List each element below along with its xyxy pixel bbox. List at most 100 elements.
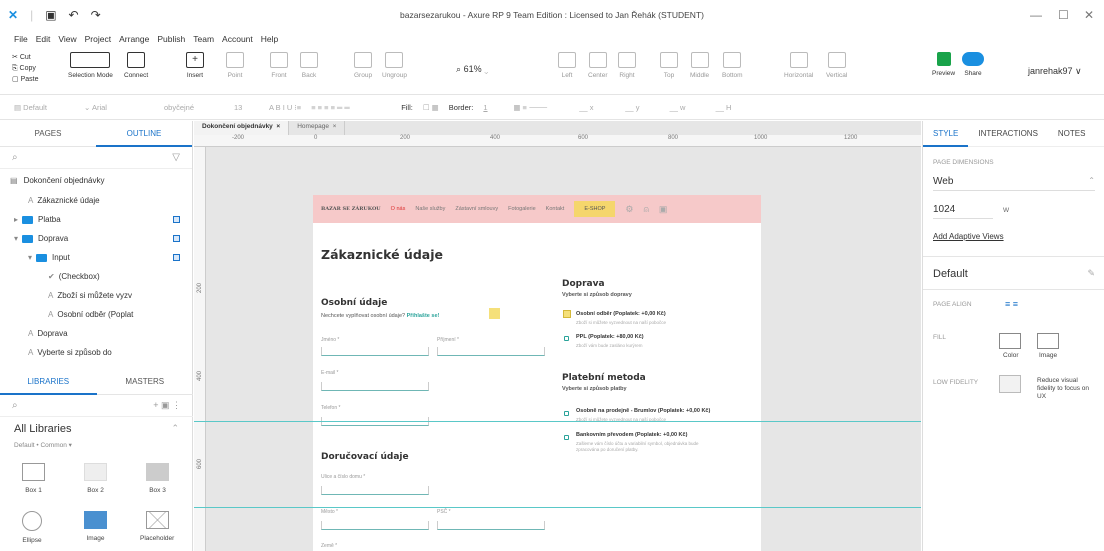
zoom-select[interactable]: ⌕ 61% ⌄: [456, 64, 488, 75]
low-fidelity-toggle[interactable]: [999, 375, 1021, 393]
paste-button[interactable]: ▢ Paste: [12, 74, 38, 85]
align-center-button[interactable]: Center: [588, 52, 608, 79]
page-dimensions-select[interactable]: Web ⌃: [933, 176, 1095, 191]
text-format-icons[interactable]: A B I U ⁝≡: [269, 103, 301, 112]
library-search[interactable]: ⌕ + ▣ ⋮: [0, 395, 193, 417]
tab-outline[interactable]: OUTLINE: [96, 121, 192, 147]
w-input[interactable]: __ w: [649, 103, 686, 112]
guide-line[interactable]: [194, 421, 921, 422]
fill-image-button[interactable]: [1037, 333, 1059, 349]
login-link[interactable]: Přihlašte se!: [407, 313, 440, 319]
fill-color-swatch[interactable]: ☐ ▦: [423, 103, 439, 112]
library-select[interactable]: All Libraries ⌃: [0, 417, 193, 441]
front-button[interactable]: Front: [270, 52, 288, 79]
menu-account[interactable]: Account: [222, 34, 253, 44]
user-account-menu[interactable]: janrehak97 ∨: [1028, 66, 1082, 77]
widget-placeholder[interactable]: Placeholder: [140, 511, 174, 542]
ungroup-button[interactable]: Ungroup: [382, 52, 407, 79]
widget-box2[interactable]: Box 2: [84, 463, 107, 494]
connect-button[interactable]: Connect: [124, 52, 148, 79]
style-select[interactable]: Default ✎: [933, 268, 1095, 280]
add-adaptive-views-link[interactable]: Add Adaptive Views: [933, 232, 1004, 241]
cut-button[interactable]: ✂ Cut: [12, 52, 38, 63]
tab-style[interactable]: STYLE: [923, 121, 969, 147]
point-button[interactable]: Point: [226, 52, 244, 79]
align-top-button[interactable]: Top: [660, 52, 678, 79]
tab-interactions[interactable]: INTERACTIONS: [968, 121, 1048, 147]
border-style-icons[interactable]: ▦ ≡ ⸻: [513, 102, 547, 113]
nav-item[interactable]: Zástavní smlouvy: [455, 206, 498, 212]
style-select[interactable]: ▤ Default: [14, 103, 74, 112]
library-actions-icons[interactable]: + ▣ ⋮: [153, 400, 181, 411]
tab-notes[interactable]: NOTES: [1048, 121, 1096, 147]
menu-team[interactable]: Team: [193, 34, 214, 44]
close-button[interactable]: ✕: [1084, 8, 1094, 22]
text-align-icons[interactable]: ≡ ≡ ≡ ≡ ═ ═: [311, 103, 391, 112]
y-input[interactable]: __ y: [603, 103, 639, 112]
border-width-input[interactable]: 1: [483, 103, 503, 112]
widget-box1[interactable]: Box 1: [22, 463, 45, 494]
outline-search[interactable]: ⌕ ▽: [0, 147, 192, 169]
back-button[interactable]: Back: [300, 52, 318, 79]
tab-masters[interactable]: MASTERS: [97, 369, 194, 395]
first-name-field[interactable]: [321, 347, 429, 356]
align-right-button[interactable]: Right: [618, 52, 636, 79]
menu-project[interactable]: Project: [85, 34, 111, 44]
x-input[interactable]: __ x: [557, 103, 593, 112]
menu-publish[interactable]: Publish: [157, 34, 185, 44]
cart-icon[interactable]: ▣: [659, 204, 668, 215]
visibility-marker[interactable]: [173, 235, 180, 242]
tree-item[interactable]: ▾ Input: [0, 248, 192, 267]
tree-item[interactable]: ✔ (Checkbox): [0, 267, 192, 286]
shipping-option-radio-selected[interactable]: [563, 310, 571, 318]
shipping-option-radio[interactable]: [564, 336, 569, 341]
weight-select[interactable]: obyčejné: [164, 103, 224, 112]
zip-field[interactable]: [437, 521, 545, 530]
tree-item[interactable]: A Zboží si můžete vyzv: [0, 286, 192, 305]
tab-libraries[interactable]: LIBRARIES: [0, 369, 97, 395]
page-node[interactable]: ▤ Dokončení objednávky: [0, 169, 192, 191]
share-button[interactable]: Share: [962, 52, 984, 77]
maximize-button[interactable]: ☐: [1058, 8, 1069, 22]
menu-view[interactable]: View: [58, 34, 76, 44]
tree-item[interactable]: A Osobní odběr (Poplat: [0, 305, 192, 324]
filter-icon[interactable]: ▽: [172, 152, 180, 163]
city-field[interactable]: [321, 521, 429, 530]
tree-item[interactable]: A Doprava: [0, 324, 192, 343]
widget-image[interactable]: Image: [84, 511, 107, 542]
guide-line[interactable]: [194, 507, 921, 508]
preview-button[interactable]: Preview: [932, 52, 955, 77]
tree-item[interactable]: A Vyberte si způsob do: [0, 343, 192, 362]
insert-button[interactable]: + Insert: [186, 52, 204, 79]
email-field[interactable]: [321, 382, 429, 391]
nav-item[interactable]: Naše služby: [415, 206, 445, 212]
nav-item[interactable]: Fotogalerie: [508, 206, 536, 212]
group-button[interactable]: Group: [354, 52, 372, 79]
nav-item[interactable]: Kontakt: [546, 206, 565, 212]
settings-icon[interactable]: ⚙: [625, 204, 633, 215]
font-select[interactable]: ⌄ Arial: [84, 103, 154, 112]
widget-ellipse[interactable]: Ellipse: [22, 511, 42, 544]
align-left-button[interactable]: Left: [558, 52, 576, 79]
width-input[interactable]: 1024: [933, 204, 993, 219]
fill-color-button[interactable]: [999, 333, 1021, 349]
distribute-horizontal-button[interactable]: Horizontal: [784, 52, 813, 79]
payment-option-radio[interactable]: [564, 411, 569, 416]
distribute-vertical-button[interactable]: Vertical: [826, 52, 847, 79]
site-logo[interactable]: BAZAR SE ZÁRUKOU: [321, 206, 381, 212]
tree-item[interactable]: A Zákaznické údaje: [0, 191, 192, 210]
payment-option-radio[interactable]: [564, 435, 569, 440]
menu-edit[interactable]: Edit: [36, 34, 51, 44]
edit-style-icon[interactable]: ✎: [1087, 268, 1095, 279]
visibility-marker[interactable]: [173, 216, 180, 223]
h-input[interactable]: __ H: [695, 103, 732, 112]
street-field[interactable]: [321, 486, 429, 495]
font-size-select[interactable]: 13: [234, 103, 259, 112]
align-bottom-button[interactable]: Bottom: [722, 52, 743, 79]
menu-file[interactable]: File: [14, 34, 28, 44]
nav-item[interactable]: O nás: [391, 206, 406, 212]
tree-item[interactable]: ▾ Doprava: [0, 229, 192, 248]
last-name-field[interactable]: [437, 347, 545, 356]
eshop-button[interactable]: E-SHOP: [574, 201, 616, 217]
user-icon[interactable]: ⍝: [643, 204, 648, 215]
